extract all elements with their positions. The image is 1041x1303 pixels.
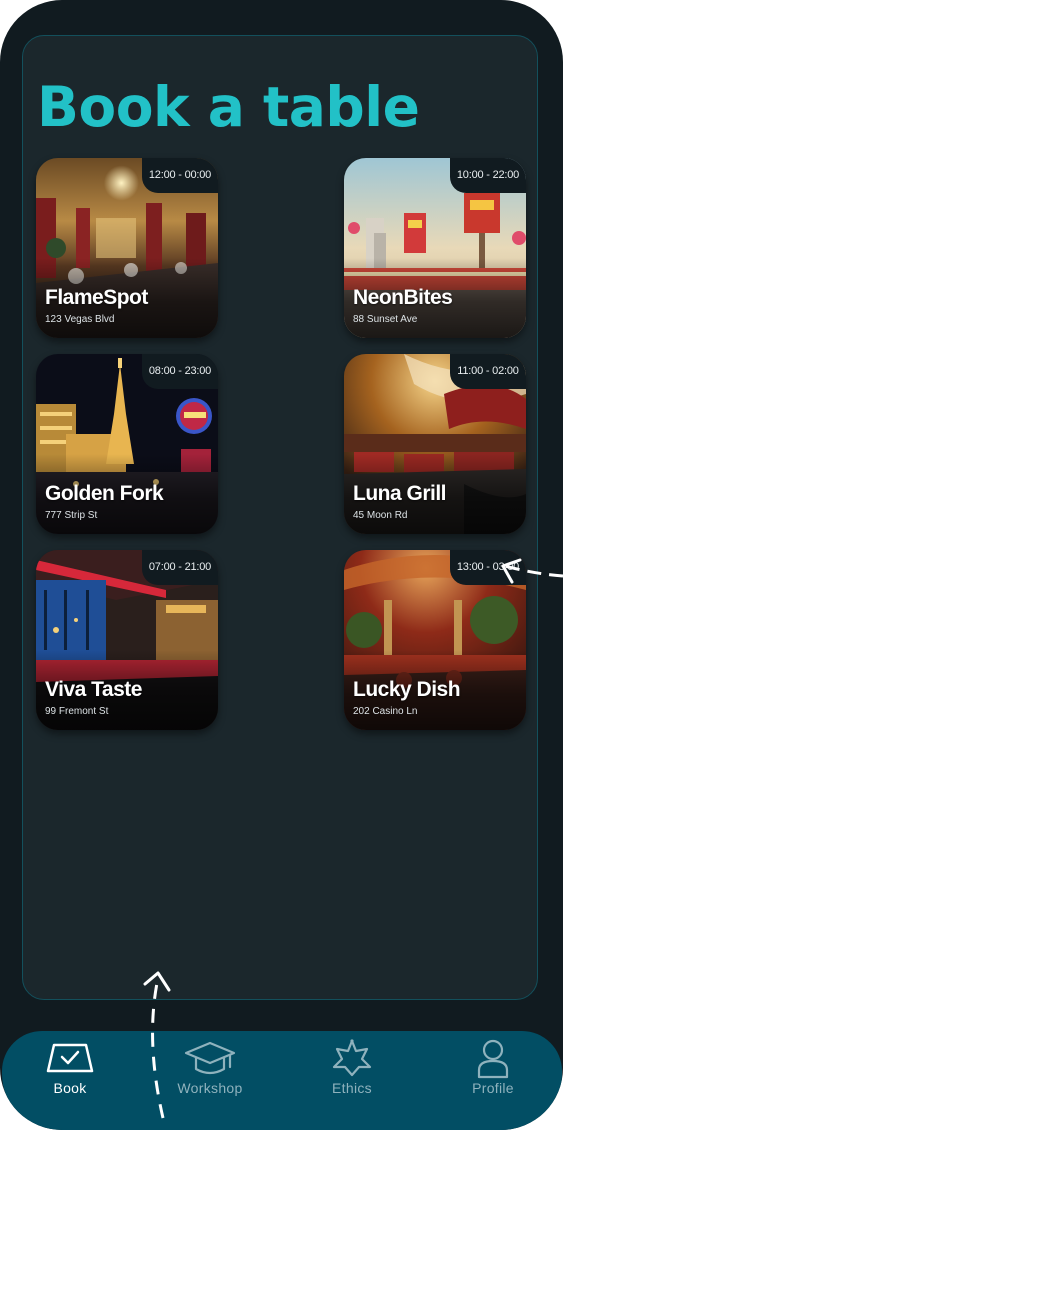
- restaurant-card-luna-grill[interactable]: 11:00 - 02:00 Luna Grill 45 Moon Rd: [344, 354, 526, 534]
- restaurant-card-neonbites[interactable]: 10:00 - 22:00 NeonBites 88 Sunset Ave: [344, 158, 526, 338]
- restaurant-name: Luna Grill: [353, 482, 447, 505]
- restaurant-name: Golden Fork: [45, 482, 164, 505]
- restaurant-address: 123 Vegas Blvd: [45, 314, 115, 325]
- graduation-cap-icon: [184, 1041, 236, 1075]
- star-badge-icon: [332, 1039, 372, 1077]
- tab-book[interactable]: Book: [10, 1031, 130, 1130]
- tab-ethics[interactable]: Ethics: [292, 1031, 412, 1130]
- restaurant-card-lucky-dish[interactable]: 13:00 - 03:00 Lucky Dish 202 Casino Ln: [344, 550, 526, 730]
- restaurant-address: 777 Strip St: [45, 510, 98, 521]
- restaurant-address: 88 Sunset Ave: [353, 314, 418, 325]
- restaurant-card-viva-taste[interactable]: 07:00 - 21:00 Viva Taste 99 Fremont St: [36, 550, 218, 730]
- opening-hours-badge: 07:00 - 21:00: [142, 550, 218, 585]
- tab-label: Profile: [472, 1080, 514, 1096]
- restaurant-card-golden-fork[interactable]: 08:00 - 23:00 Golden Fork 777 Strip St: [36, 354, 218, 534]
- main-screen: Book a table 12:00 - 00:00 FlameSpot 123…: [22, 35, 538, 1000]
- restaurant-name: NeonBites: [353, 286, 453, 309]
- opening-hours-badge: 12:00 - 00:00: [142, 158, 218, 193]
- restaurant-address: 45 Moon Rd: [353, 510, 408, 521]
- tab-workshop[interactable]: Workshop: [150, 1031, 270, 1130]
- tab-label: Ethics: [332, 1080, 372, 1096]
- restaurant-card-flamespot[interactable]: 12:00 - 00:00 FlameSpot 123 Vegas Blvd: [36, 158, 218, 338]
- phone-frame: Book a table 12:00 - 00:00 FlameSpot 123…: [0, 0, 563, 1130]
- opening-hours-badge: 13:00 - 03:00: [450, 550, 526, 585]
- tab-label: Workshop: [177, 1080, 243, 1096]
- opening-hours-badge: 10:00 - 22:00: [450, 158, 526, 193]
- restaurant-name: Lucky Dish: [353, 678, 461, 701]
- person-icon: [477, 1039, 509, 1079]
- bottom-tab-bar: Book Workshop Ethics Profile: [2, 1031, 562, 1130]
- tab-label: Book: [53, 1080, 87, 1096]
- opening-hours-badge: 08:00 - 23:00: [142, 354, 218, 389]
- page-title: Book a table: [37, 75, 420, 139]
- opening-hours-badge: 11:00 - 02:00: [450, 354, 526, 389]
- book-laptop-icon: [46, 1043, 94, 1073]
- restaurant-address: 202 Casino Ln: [353, 706, 418, 717]
- restaurant-address: 99 Fremont St: [45, 706, 109, 717]
- tab-profile[interactable]: Profile: [433, 1031, 553, 1130]
- restaurant-name: FlameSpot: [45, 286, 148, 309]
- restaurant-name: Viva Taste: [45, 678, 142, 701]
